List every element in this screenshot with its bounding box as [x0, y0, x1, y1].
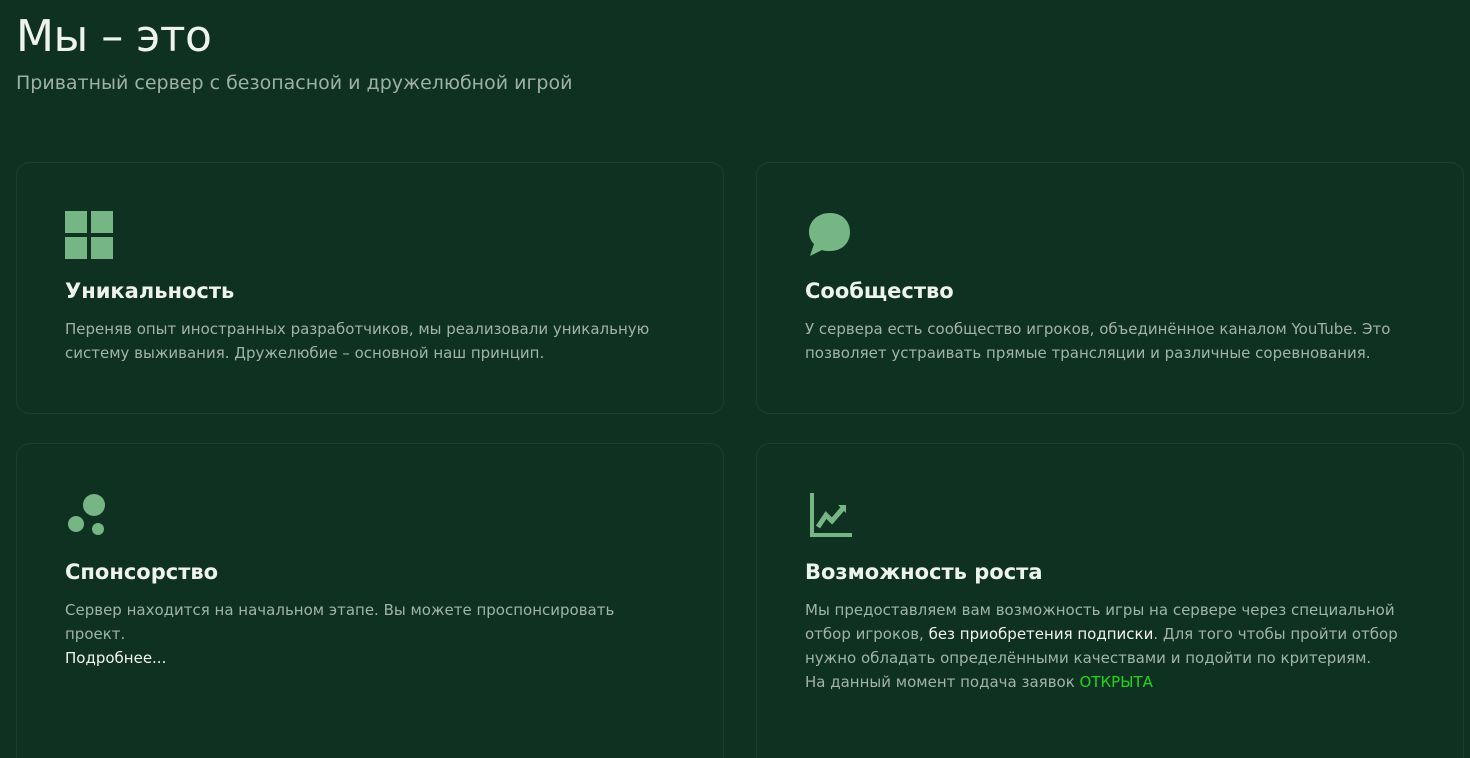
feature-card-sponsorship: Спонсорство Сервер находится на начально… — [16, 443, 724, 758]
card-description: Сервер находится на начальном этапе. Вы … — [65, 598, 679, 670]
card-description: Мы предоставляем вам возможность игры на… — [805, 598, 1419, 694]
feature-card-community: Сообщество У сервера есть сообщество игр… — [756, 162, 1464, 414]
card-title: Спонсорство — [65, 560, 219, 584]
card-title: Сообщество — [805, 279, 954, 303]
card-description-text: Сервер находится на начальном этапе. Вы … — [65, 601, 615, 643]
page-subtitle: Приватный сервер с безопасной и дружелюб… — [16, 72, 573, 94]
status-label: На данный момент подача заявок — [805, 673, 1080, 691]
bubbles-icon — [68, 494, 105, 535]
card-title: Возможность роста — [805, 560, 1043, 584]
page: Мы – это Приватный сервер с безопасной и… — [0, 0, 1470, 758]
page-title: Мы – это — [16, 11, 212, 62]
card-description: Переняв опыт иностранных разработчиков, … — [65, 320, 650, 362]
growth-chart-icon — [810, 493, 852, 537]
card-description: У сервера есть сообщество игроков, объед… — [805, 320, 1391, 362]
read-more-link[interactable]: Подробнее... — [65, 649, 166, 667]
highlight-text: без приобретения подписки — [928, 625, 1154, 643]
status-badge: ОТКРЫТА — [1079, 673, 1153, 691]
feature-card-growth: Возможность роста Мы предоставляем вам в… — [756, 443, 1464, 758]
grid-icon — [65, 211, 113, 259]
feature-card-uniqueness: Уникальность Переняв опыт иностранных ра… — [16, 162, 724, 414]
chat-bubble-icon — [809, 213, 850, 256]
card-title: Уникальность — [65, 279, 235, 303]
